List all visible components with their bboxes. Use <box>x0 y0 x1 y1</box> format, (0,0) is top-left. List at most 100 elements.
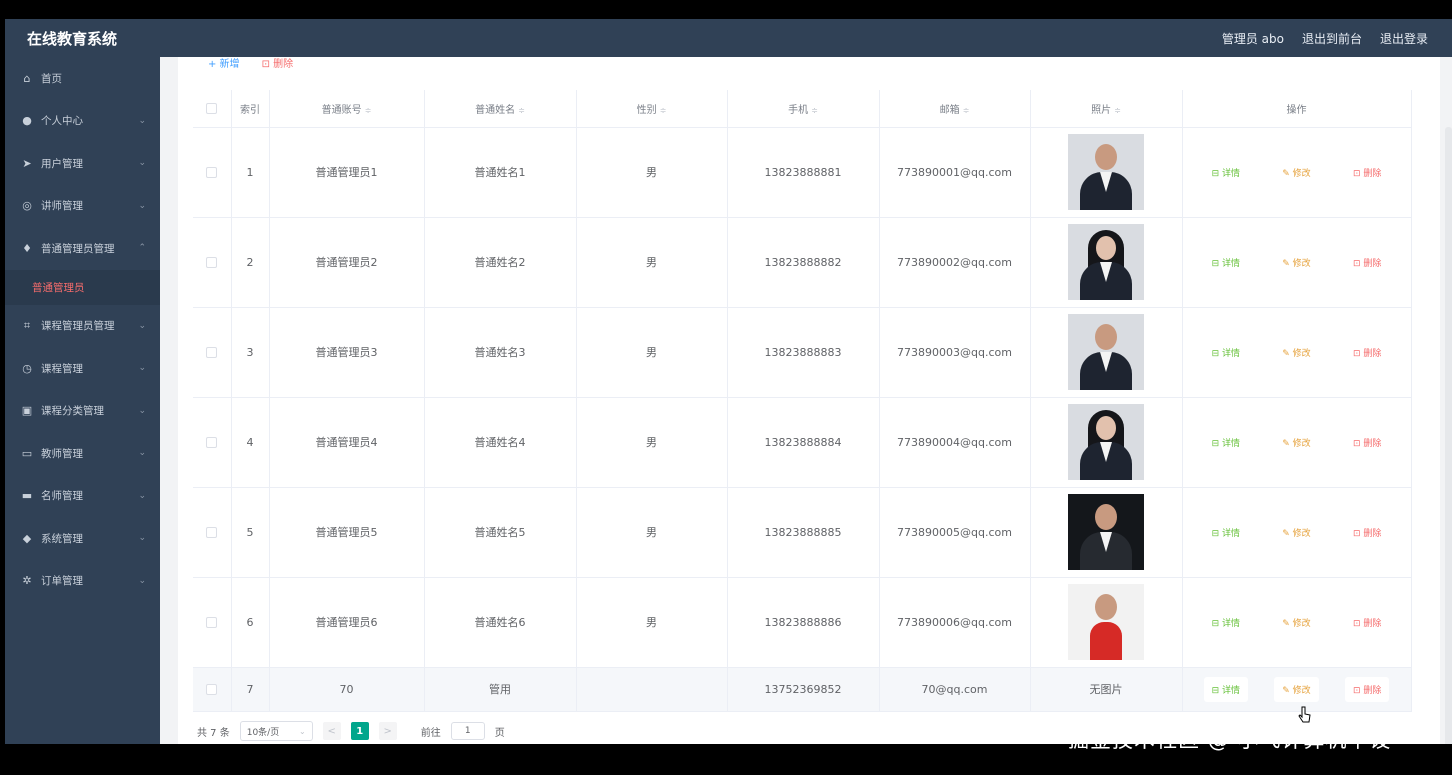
cell-index: 1 <box>231 127 270 218</box>
profile-photo[interactable] <box>1068 314 1144 390</box>
page-size-value: 10条/页 <box>246 727 280 738</box>
cell-actions: ⊟ 详情 ✎ 修改 ⊡ 删除 <box>1182 577 1412 668</box>
column-header[interactable]: 照片 ≑ <box>1030 90 1183 128</box>
delete-button[interactable]: ⊡ 删除 <box>1345 430 1389 455</box>
logout-link[interactable]: 退出登录 <box>1380 30 1428 47</box>
sidebar-item-3[interactable]: ◎ 讲师管理 ⌄ <box>5 185 160 228</box>
sidebar-item-5[interactable]: ⌗ 课程管理员管理 ⌄ <box>5 305 160 348</box>
sidebar-item-label: 名师管理 <box>41 490 83 503</box>
cell-account: 普通管理员6 <box>269 577 425 668</box>
cell-phone: 13823888883 <box>727 307 880 398</box>
detail-button[interactable]: ⊟ 详情 <box>1204 430 1248 455</box>
column-header-label: 性别 <box>636 104 657 116</box>
cell-phone: 13823888882 <box>727 217 880 308</box>
cell-name: 普通姓名6 <box>424 577 577 668</box>
delete-button[interactable]: ⊡ 删除 <box>1345 610 1389 635</box>
detail-button[interactable]: ⊟ 详情 <box>1204 610 1248 635</box>
row-checkbox[interactable] <box>206 437 218 448</box>
detail-button[interactable]: ⊟ 详情 <box>1204 250 1248 275</box>
cell-photo <box>1030 397 1183 488</box>
column-header[interactable]: 手机 ≑ <box>727 90 880 128</box>
select-all-checkbox[interactable] <box>206 102 218 114</box>
top-right-links: 管理员 abo 退出到前台 退出登录 <box>1222 19 1428 57</box>
goto-page-input[interactable]: 1 <box>450 722 485 740</box>
edit-button[interactable]: ✎ 修改 <box>1274 520 1318 545</box>
sort-icon[interactable]: ≑ <box>811 106 818 115</box>
sort-icon[interactable]: ≑ <box>365 106 372 115</box>
cell-email: 773890005@qq.com <box>879 487 1031 578</box>
profile-photo[interactable] <box>1068 404 1144 480</box>
chevron-down-icon: ⌄ <box>138 448 146 459</box>
clipboard-icon: ▣ <box>21 404 33 418</box>
sort-icon[interactable]: ≑ <box>660 106 667 115</box>
screen-frame: 在线教育系统 管理员 abo 退出到前台 退出登录 ⌂ 首页 ● 个人中心 ⌄ ➤ 用户管理… <box>0 0 1452 775</box>
profile-photo[interactable] <box>1068 584 1144 660</box>
delete-button[interactable]: ⊡ 删除 <box>1345 340 1389 365</box>
row-checkbox[interactable] <box>206 167 218 178</box>
prev-page-button[interactable]: < <box>322 722 341 740</box>
profile-photo[interactable] <box>1068 494 1144 570</box>
sidebar-item-10[interactable]: ◆ 系统管理 ⌄ <box>5 517 160 560</box>
page-size-select[interactable]: 10条/页 ⌄ <box>239 721 313 741</box>
scrollbar[interactable] <box>1445 127 1452 744</box>
next-page-button[interactable]: > <box>378 722 397 740</box>
chevron-down-icon: ⌄ <box>138 158 146 169</box>
add-button[interactable]: + 新增 <box>208 55 240 70</box>
chevron-down-icon: ⌄ <box>138 533 146 544</box>
sidebar-item-0[interactable]: ⌂ 首页 <box>5 57 160 100</box>
column-header[interactable]: 性别 ≑ <box>576 90 728 128</box>
sidebar-item-11[interactable]: ✲ 订单管理 ⌄ <box>5 560 160 603</box>
cell-email: 773890004@qq.com <box>879 397 1031 488</box>
delete-button[interactable]: ⊡ 删除 <box>1344 676 1390 702</box>
detail-button[interactable]: ⊟ 详情 <box>1204 340 1248 365</box>
cell-name: 普通姓名5 <box>424 487 577 578</box>
sort-icon[interactable]: ≑ <box>518 106 525 115</box>
profile-photo[interactable] <box>1068 134 1144 210</box>
detail-button[interactable]: ⊟ 详情 <box>1203 676 1249 702</box>
delete-button[interactable]: ⊡ 删除 <box>1345 250 1389 275</box>
row-checkbox[interactable] <box>206 257 218 268</box>
sidebar-item-4[interactable]: ♦ 普通管理员管理 ⌃ <box>5 227 160 270</box>
sidebar-item-1[interactable]: ● 个人中心 ⌄ <box>5 100 160 143</box>
sidebar-subitem-admin[interactable]: 普通管理员 <box>5 269 160 305</box>
row-checkbox[interactable] <box>206 684 218 695</box>
sidebar-item-9[interactable]: ▬ 名师管理 ⌄ <box>5 475 160 518</box>
edit-button[interactable]: ✎ 修改 <box>1274 160 1318 185</box>
page-number-button[interactable]: 1 <box>350 722 369 740</box>
user-label: 管理员 abo <box>1221 31 1284 46</box>
detail-button[interactable]: ⊟ 详情 <box>1204 520 1248 545</box>
delete-button[interactable]: ⊡ 删除 <box>1345 520 1389 545</box>
column-header[interactable]: 普通姓名 ≑ <box>424 90 577 128</box>
column-header[interactable]: 邮箱 ≑ <box>879 90 1031 128</box>
column-header-label: 邮箱 <box>939 104 960 116</box>
row-checkbox[interactable] <box>206 617 218 628</box>
cell-gender <box>576 667 728 712</box>
sort-icon[interactable]: ≑ <box>1114 106 1121 115</box>
goto-label: 前往 <box>420 727 441 739</box>
sort-icon[interactable]: ≑ <box>963 106 970 115</box>
sidebar-item-2[interactable]: ➤ 用户管理 ⌄ <box>5 142 160 185</box>
to-frontend-link[interactable]: 退出到前台 <box>1302 30 1362 47</box>
cell-name: 管用 <box>424 667 577 712</box>
edit-button[interactable]: ✎ 修改 <box>1274 610 1318 635</box>
sidebar-item-6[interactable]: ◷ 课程管理 ⌄ <box>5 347 160 390</box>
page-suffix: 页 <box>494 727 505 739</box>
cell-phone: 13823888885 <box>727 487 880 578</box>
batch-delete-button[interactable]: ⊡ 删除 <box>262 55 294 70</box>
row-checkbox[interactable] <box>206 527 218 538</box>
row-checkbox[interactable] <box>206 347 218 358</box>
edit-button[interactable]: ✎ 修改 <box>1274 430 1318 455</box>
column-header[interactable]: 普通账号 ≑ <box>269 90 425 128</box>
delete-button[interactable]: ⊡ 删除 <box>1345 160 1389 185</box>
sidebar-item-8[interactable]: ▭ 教师管理 ⌄ <box>5 432 160 475</box>
crop-icon: ⌗ <box>23 318 31 332</box>
profile-photo[interactable] <box>1068 224 1144 300</box>
sidebar-item-label: 课程管理员管理 <box>41 320 115 333</box>
sidebar-item-7[interactable]: ▣ 课程分类管理 ⌄ <box>5 390 160 433</box>
row-select-cell <box>193 397 232 488</box>
sidebar-item-label: 讲师管理 <box>41 200 83 213</box>
detail-button[interactable]: ⊟ 详情 <box>1204 160 1248 185</box>
edit-button[interactable]: ✎ 修改 <box>1274 676 1319 702</box>
edit-button[interactable]: ✎ 修改 <box>1274 250 1318 275</box>
edit-button[interactable]: ✎ 修改 <box>1274 340 1318 365</box>
